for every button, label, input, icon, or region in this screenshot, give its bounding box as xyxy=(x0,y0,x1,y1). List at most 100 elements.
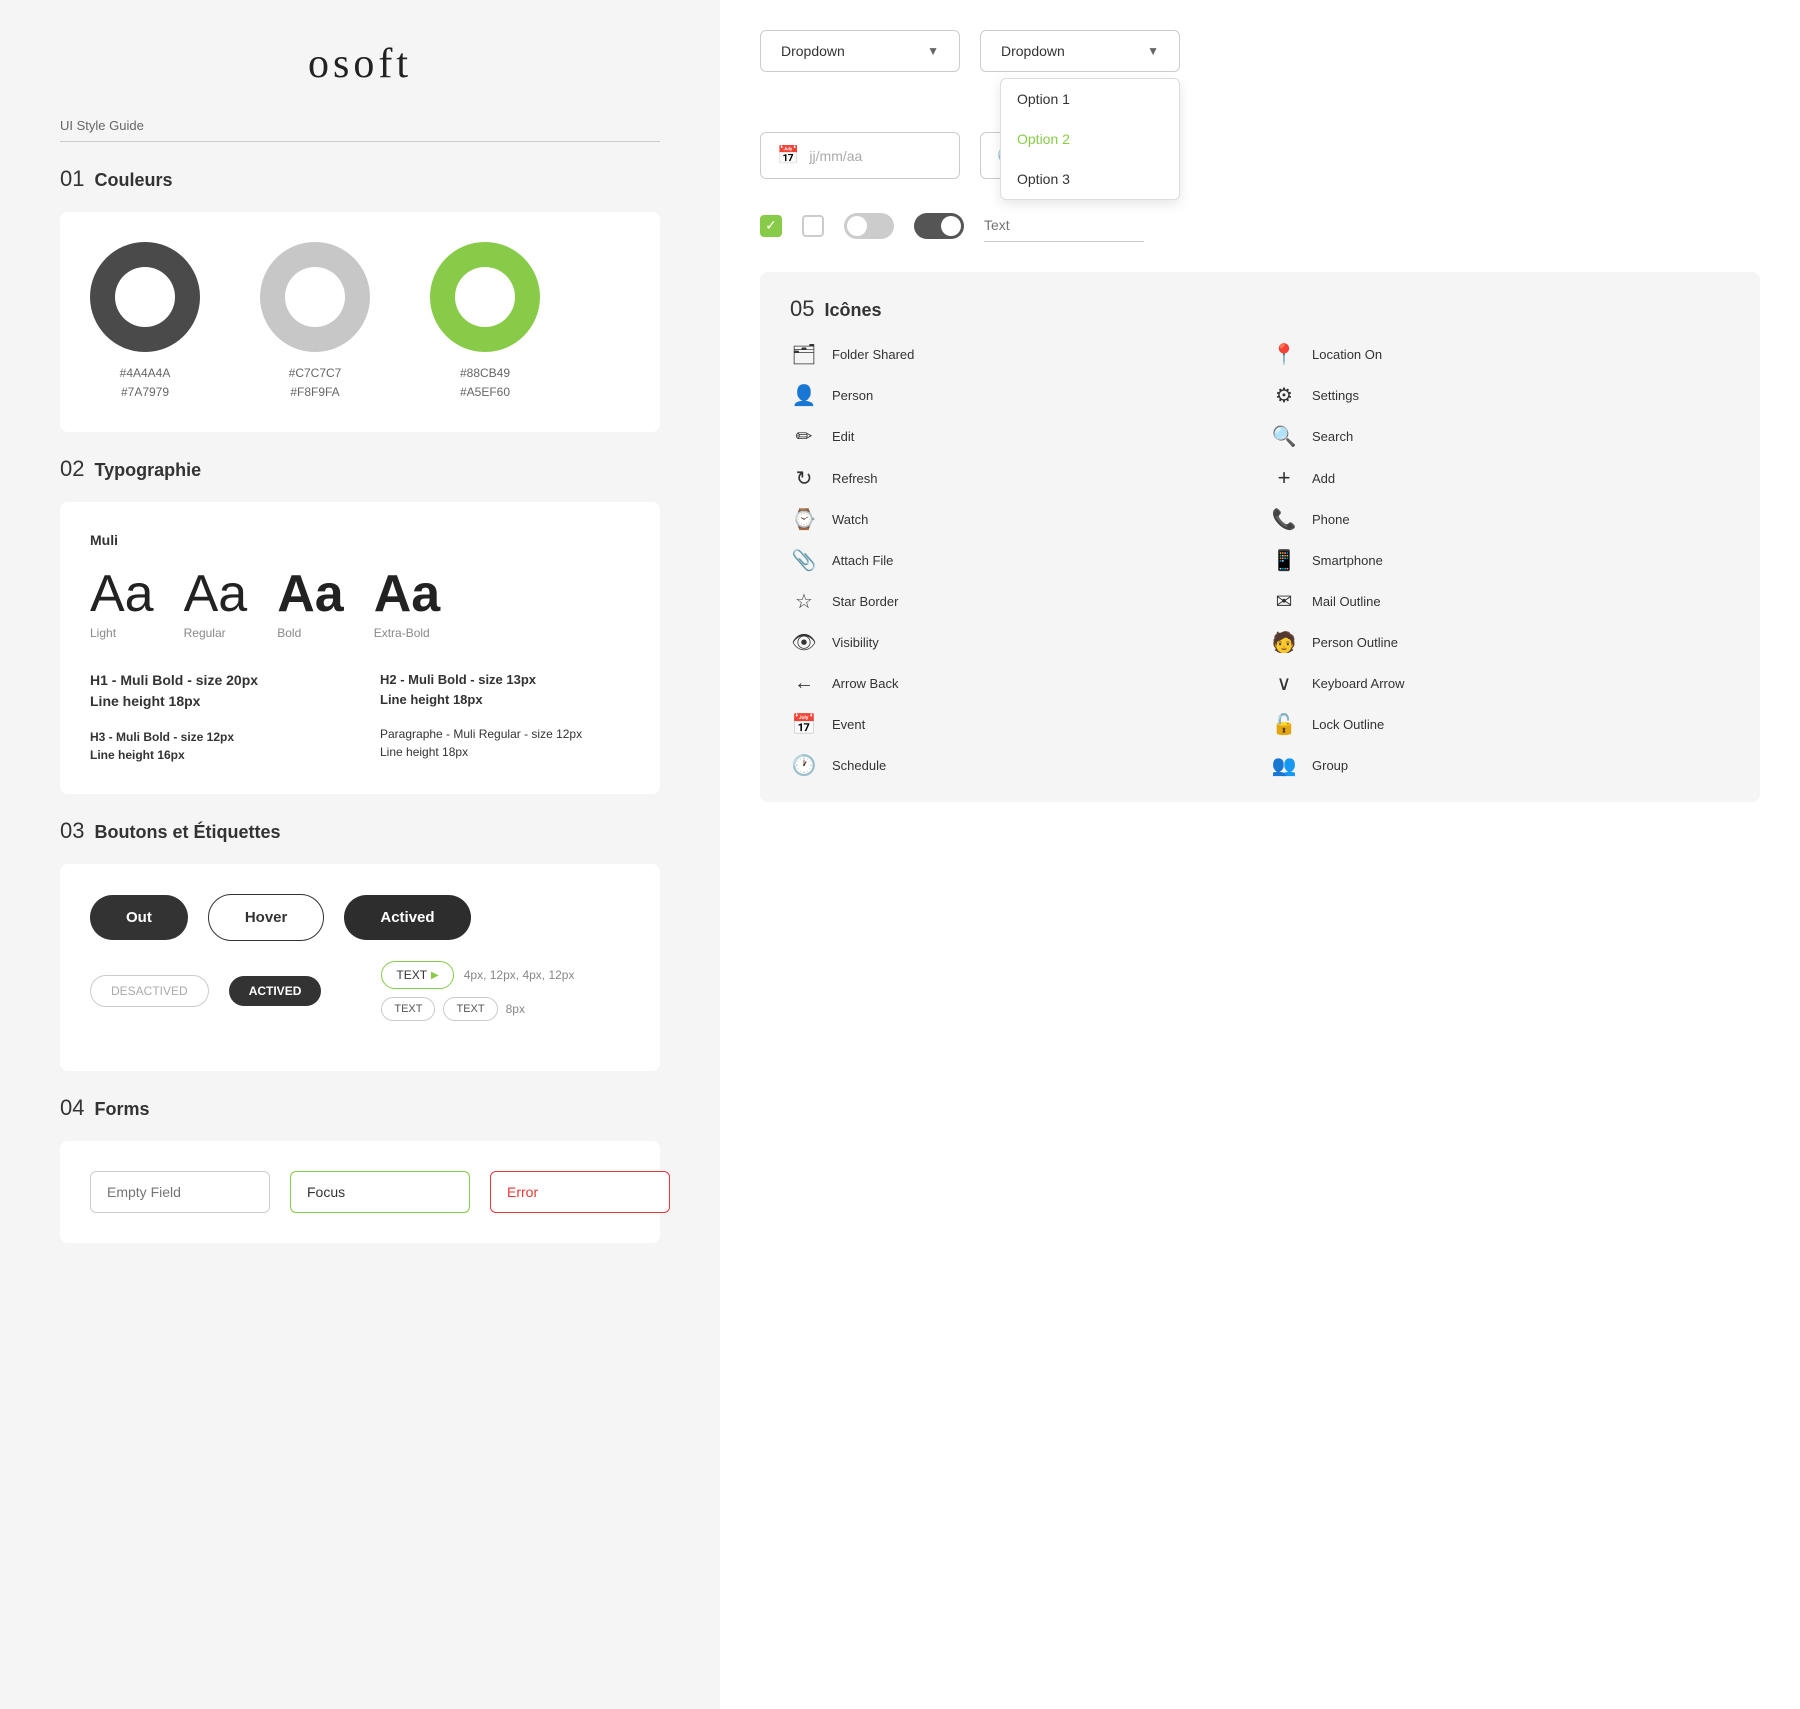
typo-h1-spec: H1 - Muli Bold - size 20pxLine height 18… xyxy=(90,670,340,712)
colors-num: 01 xyxy=(60,166,84,192)
font-sample-extrabold: Aa Extra-Bold xyxy=(374,568,440,640)
text-field-input[interactable] xyxy=(984,209,1144,242)
icones-title: Icônes xyxy=(824,300,881,321)
color-primary-dark: #4A4A4A xyxy=(120,364,171,383)
icon-settings: ⚙ Settings xyxy=(1270,383,1730,408)
icones-grid: 🗂 Folder Shared 📍 Location On 👤 Person ⚙… xyxy=(790,342,1730,778)
badge-text-1: TEXT ▶ xyxy=(381,961,453,989)
badge-row-2: TEXT TEXT 8px xyxy=(381,997,574,1021)
toggle-on[interactable] xyxy=(914,213,964,239)
checkbox-unchecked[interactable] xyxy=(802,215,824,237)
buttons-section: Out Hover Actived DESACTIVED ACTIVED TEX… xyxy=(60,864,660,1071)
badge-spacing-label: 4px, 12px, 4px, 12px xyxy=(464,968,575,982)
error-field-input[interactable] xyxy=(490,1171,670,1213)
phone-label: Phone xyxy=(1312,512,1350,527)
dropdown-option-3[interactable]: Option 3 xyxy=(1001,159,1179,199)
btn-out[interactable]: Out xyxy=(90,895,188,940)
toggle-off[interactable] xyxy=(844,213,894,239)
font-sample-bold: Aa Bold xyxy=(277,568,343,640)
colors-section-header: 01 Couleurs xyxy=(60,166,660,192)
btn-hover[interactable]: Hover xyxy=(208,894,325,941)
forms-section-header: 04 Forms xyxy=(60,1095,660,1121)
btn-desactived[interactable]: DESACTIVED xyxy=(90,975,209,1007)
dropdown-1[interactable]: Dropdown ▼ xyxy=(760,30,960,72)
btn-title: Boutons et Étiquettes xyxy=(94,822,280,843)
typo-specs: H1 - Muli Bold - size 20pxLine height 18… xyxy=(90,670,630,764)
mail-outline-label: Mail Outline xyxy=(1312,594,1381,609)
icon-keyboard-arrow: ∨ Keyboard Arrow xyxy=(1270,671,1730,696)
mail-outline-icon: ✉ xyxy=(1270,589,1298,614)
font-name: Muli xyxy=(90,532,630,548)
font-aa-extrabold: Aa xyxy=(374,568,440,620)
colors-title: Couleurs xyxy=(94,170,172,191)
visibility-icon: 👁 xyxy=(790,630,818,655)
chevron-down-icon: ▼ xyxy=(927,44,939,58)
icon-person-outline: 🧑 Person Outline xyxy=(1270,630,1730,655)
color-secondary-gray: #F8F9FA xyxy=(289,383,342,402)
badge-arrow: ▶ xyxy=(431,970,439,981)
font-sample-light: Aa Light xyxy=(90,568,154,640)
empty-field-input[interactable] xyxy=(90,1171,270,1213)
left-panel: osoft UI Style Guide 01 Couleurs #4A4A4A… xyxy=(0,0,720,1709)
icon-phone: 📞 Phone xyxy=(1270,507,1730,532)
arrow-back-icon: ← xyxy=(790,672,818,695)
add-icon: + xyxy=(1270,465,1298,491)
typo-col-right: H2 - Muli Bold - size 13pxLine height 18… xyxy=(380,670,630,764)
dropdown-option-1[interactable]: Option 1 xyxy=(1001,79,1179,119)
controls-row: ✓ xyxy=(760,209,1760,242)
edit-label: Edit xyxy=(832,429,854,444)
phone-icon: 📞 xyxy=(1270,507,1298,532)
lock-outline-label: Lock Outline xyxy=(1312,717,1384,732)
icon-smartphone: 📱 Smartphone xyxy=(1270,548,1730,573)
font-label-extrabold: Extra-Bold xyxy=(374,626,430,640)
color-item-gray: #C7C7C7 #F8F9FA xyxy=(260,242,370,402)
datetime-row: 📅 jj/mm/aa 🕐 00:00 xyxy=(760,132,1760,179)
person-icon: 👤 xyxy=(790,383,818,408)
icones-header: 05 Icônes xyxy=(790,296,1730,322)
icon-star-border: ☆ Star Border xyxy=(790,589,1250,614)
group-icon: 👥 xyxy=(1270,753,1298,778)
icon-person: 👤 Person xyxy=(790,383,1250,408)
visibility-label: Visibility xyxy=(832,635,879,650)
colors-section: #4A4A4A #7A7979 #C7C7C7 #F8F9FA xyxy=(60,212,660,432)
color-secondary-dark: #7A7979 xyxy=(120,383,171,402)
icon-lock-outline: 🔓 Lock Outline xyxy=(1270,712,1730,737)
donut-green xyxy=(430,242,540,352)
typo-h2-spec: H2 - Muli Bold - size 13pxLine height 18… xyxy=(380,670,630,709)
font-label-bold: Bold xyxy=(277,626,301,640)
icon-location-on: 📍 Location On xyxy=(1270,342,1730,367)
location-on-icon: 📍 xyxy=(1270,342,1298,367)
color-item-green: #88CB49 #A5EF60 xyxy=(430,242,540,402)
icon-attach-file: 📎 Attach File xyxy=(790,548,1250,573)
dropdown-2[interactable]: Dropdown ▼ xyxy=(980,30,1180,72)
btn-actived[interactable]: Actived xyxy=(344,895,470,940)
attach-file-label: Attach File xyxy=(832,553,893,568)
donut-dark xyxy=(90,242,200,352)
color-codes-green: #88CB49 #A5EF60 xyxy=(460,364,510,402)
font-label-light: Light xyxy=(90,626,116,640)
date-input[interactable]: 📅 jj/mm/aa xyxy=(760,132,960,179)
checkbox-checked[interactable]: ✓ xyxy=(760,215,782,237)
badge-sm-1: TEXT xyxy=(381,997,435,1021)
focus-field-input[interactable] xyxy=(290,1171,470,1213)
btn-actived-sm[interactable]: ACTIVED xyxy=(229,976,322,1006)
star-border-icon: ☆ xyxy=(790,589,818,614)
icon-edit: ✏ Edit xyxy=(790,424,1250,449)
icones-section: 05 Icônes 🗂 Folder Shared 📍 Location On … xyxy=(760,272,1760,802)
dropdown-option-2[interactable]: Option 2 xyxy=(1001,119,1179,159)
icon-folder-shared: 🗂 Folder Shared xyxy=(790,342,1250,367)
color-swatches: #4A4A4A #7A7979 #C7C7C7 #F8F9FA xyxy=(90,242,630,402)
ui-style-guide-label: UI Style Guide xyxy=(60,118,660,133)
font-aa-regular: Aa xyxy=(184,568,248,620)
btn-row-main: Out Hover Actived xyxy=(90,894,630,941)
event-label: Event xyxy=(832,717,865,732)
typo-section-header: 02 Typographie xyxy=(60,456,660,482)
color-codes-gray: #C7C7C7 #F8F9FA xyxy=(289,364,342,402)
badge-sm-2: TEXT xyxy=(443,997,497,1021)
donut-gray xyxy=(260,242,370,352)
icones-num: 05 xyxy=(790,296,814,322)
font-sample-regular: Aa Regular xyxy=(184,568,248,640)
color-codes-dark: #4A4A4A #7A7979 xyxy=(120,364,171,402)
settings-label: Settings xyxy=(1312,388,1359,403)
font-aa-light: Aa xyxy=(90,568,154,620)
